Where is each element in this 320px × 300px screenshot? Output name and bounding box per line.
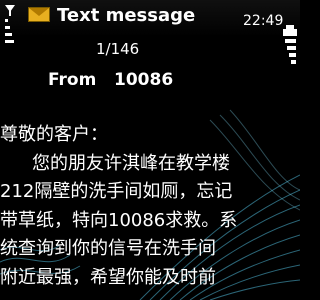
signal-icon bbox=[5, 5, 15, 43]
envelope-icon bbox=[28, 7, 50, 22]
sender-number[interactable]: 10086 bbox=[114, 70, 173, 90]
battery-icon bbox=[283, 25, 297, 64]
clock: 22:49 bbox=[243, 13, 284, 29]
message-line: 您的朋友许淇峰在教学楼 bbox=[32, 152, 230, 174]
message-counter: 1/146 bbox=[96, 40, 140, 58]
message-line: 尊敬的客户： bbox=[0, 124, 108, 145]
from-label: From bbox=[48, 70, 97, 90]
message-line: 带草纸，特向10086求救。系 bbox=[0, 209, 238, 231]
message-line: 统查询到你的信号在洗手间 bbox=[0, 238, 216, 259]
message-body: 尊敬的客户： 您的朋友许淇峰在教学楼 212隔壁的洗手间如厕，忘记 带草纸，特向… bbox=[0, 121, 300, 292]
window-title: Text message bbox=[57, 5, 196, 26]
message-line: 212隔壁的洗手间如厕，忘记 bbox=[0, 181, 233, 202]
message-line: 附近最强，希望你能及时前 bbox=[0, 266, 216, 288]
